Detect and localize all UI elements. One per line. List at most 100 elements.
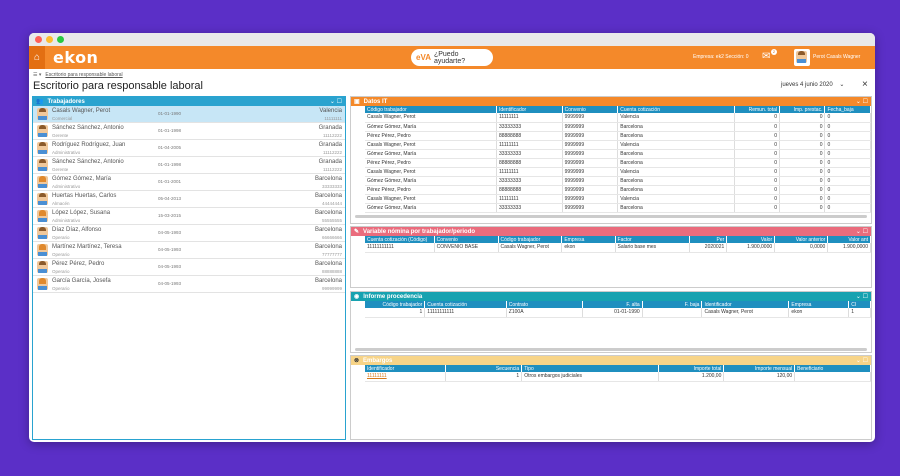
minimize-window-button[interactable]: [46, 36, 53, 43]
worker-name: Pérez Pérez, Pedro: [52, 261, 105, 267]
menu-icon[interactable]: ☰ ▾: [33, 72, 41, 78]
home-icon[interactable]: ⌂: [29, 46, 45, 69]
informe-table: Código trabajador Cuenta cotización Contra…: [365, 301, 871, 318]
column-header[interactable]: Cuenta cotización (Código): [365, 236, 435, 243]
panel-controls-icon[interactable]: ⌄ ☐: [856, 293, 868, 300]
column-header[interactable]: Valor ant: [827, 236, 871, 243]
avatar-icon: [37, 159, 48, 171]
user-name[interactable]: Perot Casals Wagner: [813, 54, 860, 60]
worker-item[interactable]: Casals Wagner, Perot Comercial 01-01-1990 V…: [33, 106, 345, 123]
column-header[interactable]: Código trabajador: [365, 301, 426, 308]
table-cell: Gómez Gómez, María: [365, 122, 497, 132]
help-button[interactable]: eVA ¿Puedo ayudarte?: [411, 49, 493, 66]
maximize-window-button[interactable]: [57, 36, 64, 43]
worker-item[interactable]: Sánchez Sánchez, Antonio Gerente 01-01-199…: [33, 157, 345, 174]
worker-item[interactable]: Sánchez Sánchez, Antonio Gerente 01-01-199…: [33, 123, 345, 140]
column-header[interactable]: Tipo: [521, 365, 659, 372]
breadcrumb-link[interactable]: Escritorio para responsable laboral: [45, 72, 122, 78]
worker-city: Valencia: [319, 108, 342, 114]
table-row[interactable]: Pérez Pérez, Pedro 88888888 9999999 Barcelo…: [365, 131, 871, 141]
chevron-down-icon[interactable]: ⌄: [839, 82, 844, 88]
column-header[interactable]: Empresa: [788, 301, 850, 308]
column-header[interactable]: Importe total: [658, 365, 725, 372]
worker-item[interactable]: Huertas Huertas, Carlos Almacén 05-04-2013…: [33, 191, 345, 208]
table-row[interactable]: Casals Wagner, Perot 11111111 9999999 Valen…: [365, 113, 871, 123]
worker-item[interactable]: Pérez Pérez, Pedro Operario 04-05-1993 Barc…: [33, 259, 345, 276]
table-row[interactable]: Pérez Pérez, Pedro 88888888 9999999 Barcelo…: [365, 185, 871, 195]
column-header[interactable]: F. baja: [642, 301, 703, 308]
table-cell: 11111111: [496, 167, 563, 177]
table-row[interactable]: Gómez Gómez, María 33333333 9999999 Barcelo…: [365, 122, 871, 132]
datos-it-icon: ▣: [354, 99, 360, 105]
column-header[interactable]: Empresa: [561, 236, 616, 243]
worker-name: López López, Susana: [52, 210, 111, 216]
column-header[interactable]: Cuenta cotización: [424, 301, 507, 308]
panel-controls-icon[interactable]: ⌄ ☐: [856, 228, 868, 235]
worker-name: Martínez Martínez, Teresa: [52, 244, 122, 250]
column-header[interactable]: Per: [689, 236, 728, 243]
worker-item[interactable]: Martínez Martínez, Teresa Operario 04-05-1…: [33, 242, 345, 259]
table-row[interactable]: Gómez Gómez, María 33333333 9999999 Barcelo…: [365, 203, 871, 213]
table-cell: ekon: [561, 243, 616, 253]
column-header[interactable]: Cuenta cotización: [617, 106, 735, 113]
table-row[interactable]: 11111111111 CONVENIO BASE Casals Wagner, P…: [365, 243, 871, 253]
column-header[interactable]: Contrato: [506, 301, 583, 308]
table-row[interactable]: Gómez Gómez, María 33333333 9999999 Barcelo…: [365, 149, 871, 159]
table-row[interactable]: Casals Wagner, Perot 11111111 9999999 Valen…: [365, 194, 871, 204]
table-cell: 9999999: [562, 185, 619, 195]
panel-controls-icon[interactable]: ⌄ ☐: [856, 98, 868, 105]
column-header[interactable]: Identificador: [365, 365, 447, 372]
workers-icon: 👥: [36, 99, 44, 105]
company-section[interactable]: Empresa: ek2 Sección: 0: [693, 54, 749, 60]
column-header[interactable]: Remun. total: [734, 106, 780, 113]
panel-controls-icon[interactable]: ⌄ ☐: [330, 98, 342, 105]
panel-controls-icon[interactable]: ⌄ ☐: [856, 357, 868, 364]
table-row[interactable]: 1 11111111111 Z100A 01-01-1990 Casals Wagner…: [365, 308, 871, 318]
worker-city: Barcelona: [314, 261, 342, 267]
worker-item[interactable]: López López, Susana Administrativo 15-03-2…: [33, 208, 345, 225]
column-header[interactable]: F. alta: [582, 301, 643, 308]
horizontal-scrollbar[interactable]: [355, 347, 867, 351]
close-icon[interactable]: ×: [862, 79, 868, 90]
column-header[interactable]: Fecha_baja: [824, 106, 871, 113]
column-header[interactable]: Cl: [848, 301, 871, 308]
column-header[interactable]: Importe mensual: [723, 365, 796, 372]
column-header[interactable]: Código trabajador: [498, 236, 563, 243]
date-selector[interactable]: jueves 4 junio 2020 ⌄: [781, 81, 844, 88]
table-cell: Barcelona: [617, 185, 735, 195]
worker-item[interactable]: García García, Josefa Operario 04-05-1993 B…: [33, 276, 345, 293]
worker-item[interactable]: Gómez Gómez, María Administrativo 01-01-20…: [33, 174, 345, 191]
column-header[interactable]: Valor anterior: [774, 236, 829, 243]
table-row[interactable]: Gómez Gómez, María 33333333 9999999 Barcelo…: [365, 176, 871, 186]
worker-item[interactable]: Díaz Díaz, Alfonso Operario 04-05-1993 Barc…: [33, 225, 345, 242]
table-row[interactable]: Casals Wagner, Perot 11111111 9999999 Valen…: [365, 140, 871, 150]
column-header[interactable]: Identificador: [701, 301, 790, 308]
table-cell: 9999999: [562, 122, 619, 132]
column-header[interactable]: Código trabajador: [365, 106, 497, 113]
column-header[interactable]: Imp. prestac.: [779, 106, 826, 113]
worker-name: Casals Wagner, Perot: [52, 108, 111, 114]
embargos-title: Embargos: [363, 357, 393, 364]
close-window-button[interactable]: [35, 36, 42, 43]
table-row[interactable]: Casals Wagner, Perot 11111111 9999999 Valen…: [365, 167, 871, 177]
user-avatar[interactable]: [794, 49, 810, 66]
help-label: ¿Puedo ayudarte?: [433, 50, 466, 65]
column-header[interactable]: Beneficiario: [794, 365, 871, 372]
column-header[interactable]: Valor: [726, 236, 776, 243]
column-header[interactable]: Convenio: [434, 236, 499, 243]
notification-icon[interactable]: ✉ 2: [762, 49, 777, 63]
table-row[interactable]: Pérez Pérez, Pedro 88888888 9999999 Barcelo…: [365, 158, 871, 168]
worker-item[interactable]: Rodríguez Rodríguez, Juan Administrativo 0…: [33, 140, 345, 157]
column-header[interactable]: Convenio: [562, 106, 619, 113]
column-header[interactable]: Secuencia: [445, 365, 523, 372]
table-cell: 11111111: [496, 194, 563, 204]
table-cell: 0: [824, 203, 871, 213]
table-cell: 9999999: [562, 140, 619, 150]
worker-city: Granada: [318, 142, 342, 148]
table-cell: 0: [734, 158, 780, 168]
horizontal-scrollbar[interactable]: [355, 214, 867, 218]
column-header[interactable]: Identificador: [496, 106, 563, 113]
column-header[interactable]: Factor: [615, 236, 691, 243]
table-row[interactable]: 11111111 1 Otros embargos judiciales 1.200,…: [365, 372, 871, 382]
table-cell: 0: [824, 140, 871, 150]
